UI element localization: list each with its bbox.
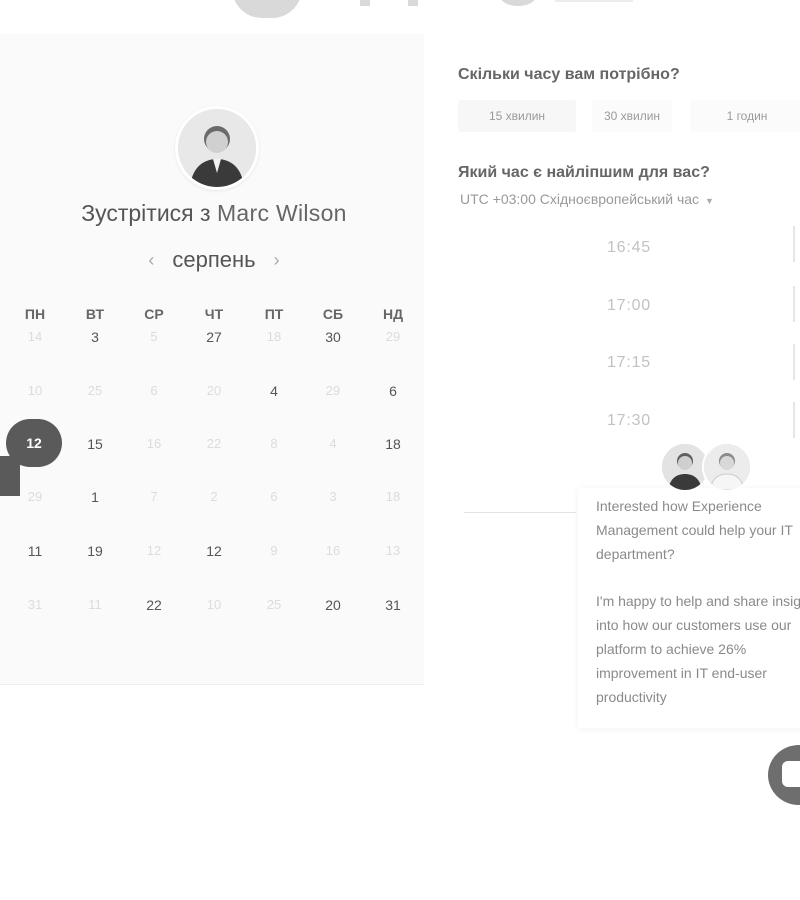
duration-option-30[interactable]: 30 хвилин	[592, 100, 672, 132]
calendar-day[interactable]: 11	[15, 541, 55, 561]
time-slot[interactable]: 17:15	[575, 354, 683, 372]
weekday-sun: НД	[382, 306, 404, 322]
calendar-day[interactable]: 18	[373, 434, 413, 454]
calendar-day[interactable]: 1	[75, 487, 115, 507]
calendar-day: 11	[88, 597, 102, 612]
time-slot[interactable]: 16:45	[575, 239, 683, 257]
calendar-day[interactable]: 20	[313, 595, 353, 615]
duration-question: Скільки часу вам потрібно?	[458, 66, 680, 83]
calendar-day: 18	[266, 329, 282, 344]
calendar-day[interactable]: 22	[134, 595, 174, 615]
calendar-day: 29	[385, 329, 401, 344]
calendar-day[interactable]: 30	[313, 327, 353, 347]
selected-day[interactable]: 12	[6, 419, 62, 467]
chat-bubble-icon	[782, 761, 800, 787]
host-name: Marc Wilson	[216, 200, 347, 226]
month-label: серпень	[172, 247, 256, 272]
slot-edge-divider	[793, 344, 795, 380]
calendar-day: 10	[206, 597, 222, 612]
calendar-day: 25	[87, 383, 103, 398]
calendar-day[interactable]: 12	[194, 541, 234, 561]
calendar-day: 4	[329, 436, 337, 451]
calendar-day[interactable]: 3	[75, 327, 115, 347]
month-navigation: ‹ серпень ›	[130, 246, 298, 274]
calendar-day: 7	[150, 489, 158, 504]
meeting-title: Зустрітися з Marc Wilson	[0, 200, 428, 227]
chat-launcher-button[interactable]	[768, 745, 800, 805]
weekday-tue: ВТ	[85, 306, 105, 322]
calendar-day: 2	[210, 489, 218, 504]
calendar-day: 9	[270, 543, 278, 558]
slot-edge-divider	[793, 402, 795, 438]
host-avatar	[175, 106, 259, 190]
chat-divider	[464, 512, 576, 513]
chat-message: Interested how Experience Management cou…	[596, 495, 800, 733]
calendar-day[interactable]: 4	[254, 381, 294, 401]
calendar-day[interactable]: 19	[75, 541, 115, 561]
calendar-panel: Зустрітися з Marc Wilson ‹ серпень › ПН …	[0, 34, 424, 685]
calendar-day[interactable]: 6	[373, 381, 413, 401]
time-slot[interactable]: 17:30	[575, 412, 683, 430]
calendar-day[interactable]: 27	[194, 327, 234, 347]
calendar-day: 18	[385, 489, 401, 504]
calendar-day: 29	[27, 489, 43, 504]
duration-option-60[interactable]: 1 годин	[690, 100, 800, 132]
slot-edge-divider	[793, 286, 795, 322]
weekday-mon: ПН	[24, 306, 46, 322]
chat-message-1: Interested how Experience Management cou…	[596, 498, 793, 562]
calendar-day: 6	[150, 383, 158, 398]
calendar-day: 12	[146, 543, 162, 558]
calendar-day[interactable]: 31	[373, 595, 413, 615]
calendar-day: 6	[270, 489, 278, 504]
calendar-day: 10	[27, 383, 43, 398]
caret-down-icon: ▼	[705, 196, 714, 206]
calendar-day: 29	[325, 383, 341, 398]
calendar-day: 25	[266, 597, 282, 612]
calendar-day: 14	[27, 329, 43, 344]
calendar-day: 31	[27, 597, 43, 612]
calendar-day: 3	[329, 489, 337, 504]
calendar-day: 8	[270, 436, 278, 451]
weekday-thu: ЧТ	[204, 306, 224, 322]
calendar-day: 20	[206, 383, 222, 398]
calendar-day: 13	[385, 543, 401, 558]
timezone-label: UTC +03:00 Східноєвропейський час	[460, 191, 700, 207]
time-question: Який час є найліпшим для вас?	[458, 164, 710, 181]
weekday-fri: ПТ	[264, 306, 284, 322]
chat-agent-avatar	[702, 442, 752, 492]
chat-message-2: I'm happy to help and share insight into…	[596, 593, 800, 705]
calendar-day: 5	[150, 329, 158, 344]
time-slot[interactable]: 17:00	[575, 297, 683, 315]
meeting-title-prefix: Зустрітися з	[81, 200, 211, 226]
chevron-right-icon[interactable]: ›	[274, 250, 280, 271]
weekday-wed: СР	[144, 306, 164, 322]
site-logo	[0, 0, 800, 22]
calendar-day: 16	[325, 543, 341, 558]
calendar-day[interactable]: 15	[75, 434, 115, 454]
chevron-left-icon[interactable]: ‹	[148, 250, 154, 271]
duration-option-15[interactable]: 15 хвилин	[458, 100, 576, 132]
timezone-select[interactable]: UTC +03:00 Східноєвропейський час ▼	[460, 191, 714, 207]
calendar-day: 16	[146, 436, 162, 451]
weekday-sat: СБ	[322, 306, 344, 322]
slot-edge-divider	[793, 226, 795, 262]
calendar-day: 22	[206, 436, 222, 451]
